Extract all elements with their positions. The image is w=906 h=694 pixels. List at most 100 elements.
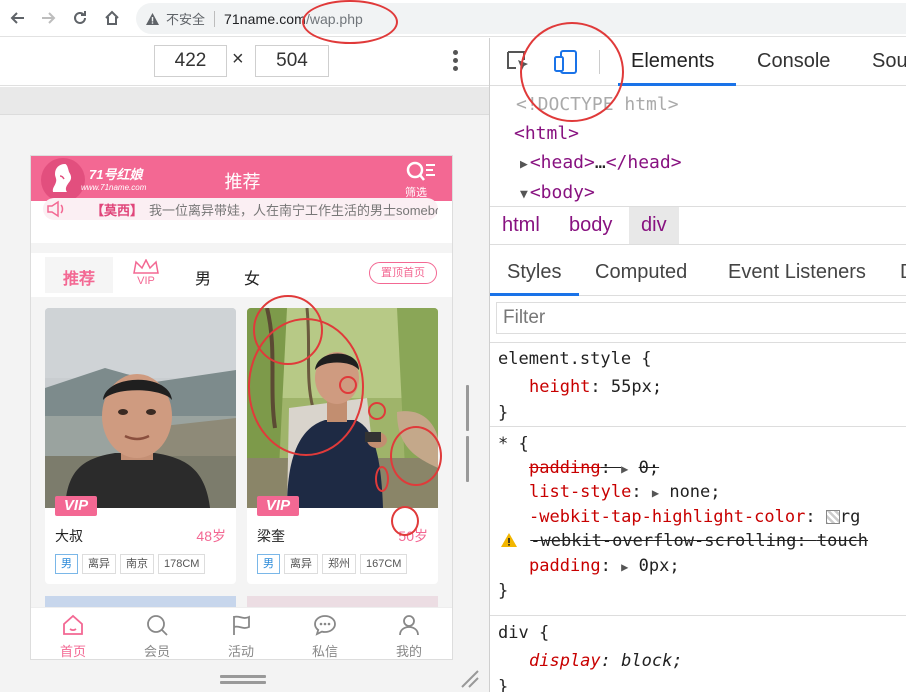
css-selector[interactable]: element.style { — [498, 349, 652, 369]
pin-to-top-button[interactable]: 置顶首页 — [369, 262, 437, 284]
nav-me-label: 我的 — [395, 644, 422, 659]
device-toolbar-toggle-icon[interactable] — [552, 48, 580, 76]
nav-home-label: 首页 — [59, 644, 86, 659]
css-declaration[interactable]: padding: ▶ 0; — [529, 458, 659, 478]
search-filter-icon[interactable] — [405, 160, 437, 182]
tab-event-listeners[interactable]: Event Listeners — [728, 261, 866, 284]
resize-handle-right[interactable] — [466, 385, 474, 482]
css-declaration-invalid[interactable]: -webkit-overflow-scrolling: touch — [500, 531, 868, 551]
dom-body-node[interactable]: ▼ <body> — [520, 182, 595, 203]
search-icon — [147, 615, 168, 636]
forward-arrow-icon[interactable] — [36, 6, 60, 30]
home-icon[interactable] — [100, 6, 124, 30]
profile-tags: 男 离异 郑州 167CM — [257, 554, 408, 574]
css-declaration[interactable]: display: block; — [529, 651, 683, 671]
nav-me[interactable]: 我的 — [367, 608, 451, 659]
breadcrumb-div[interactable]: div — [629, 207, 679, 244]
css-declaration[interactable]: list-style: ▶ none; — [529, 482, 721, 502]
tag-marital: 离异 — [284, 554, 318, 574]
head-close-tag: </head> — [605, 152, 682, 173]
profile-age: 48岁 — [196, 528, 226, 544]
notice-ticker[interactable]: 【莫西】 我一位离异带娃，人在南宁工作生活的男士somebody… — [43, 198, 438, 220]
filter-input[interactable]: Filter — [496, 302, 906, 334]
security-label: 不安全 — [166, 12, 206, 27]
nav-messages[interactable]: 私信 — [283, 608, 367, 659]
breadcrumb-html[interactable]: html — [490, 207, 552, 244]
nav-members[interactable]: 会员 — [115, 608, 199, 659]
flag-icon — [233, 615, 250, 635]
collapse-triangle-icon[interactable]: ▼ — [520, 187, 528, 202]
user-icon — [399, 615, 419, 636]
expand-triangle-icon[interactable]: ▶ — [520, 157, 528, 172]
divider — [214, 10, 216, 27]
device-width-input[interactable]: 422 — [154, 45, 227, 77]
css-declaration[interactable]: -webkit-tap-highlight-color: rg — [529, 507, 860, 527]
nav-events[interactable]: 活动 — [199, 608, 283, 659]
profile-photo[interactable] — [45, 308, 236, 508]
warning-icon — [501, 533, 517, 547]
nav-messages-label: 私信 — [311, 644, 338, 659]
css-value: block; — [621, 651, 683, 671]
bottom-nav: 首页 会员 活动 私信 我的 — [31, 607, 452, 659]
tab-vip[interactable]: VIP — [131, 258, 161, 289]
tab-male[interactable]: 男 — [195, 265, 211, 289]
divider — [31, 243, 452, 253]
breadcrumb-body[interactable]: body — [557, 207, 624, 244]
address-bar[interactable]: 不安全 71name.com/wap.php — [136, 3, 906, 34]
tab-vip-label: VIP — [137, 275, 155, 287]
color-swatch-icon[interactable] — [825, 510, 840, 524]
speaker-icon — [47, 200, 64, 218]
tag-marital: 离异 — [82, 554, 116, 574]
warning-triangle-icon[interactable] — [144, 11, 160, 27]
tab-female[interactable]: 女 — [244, 265, 260, 289]
css-declaration[interactable]: padding: ▶ 0px; — [529, 556, 680, 576]
styles-pane: element.style { height: 55px; } * { padd… — [490, 342, 906, 692]
vip-badge: VIP — [257, 496, 299, 516]
profile-card[interactable]: VIP 梁奎 50岁 男 离异 郑州 167CM — [247, 308, 438, 584]
back-arrow-icon[interactable] — [6, 6, 30, 30]
device-height-input[interactable]: 504 — [255, 45, 329, 77]
css-brace: } — [498, 581, 509, 601]
app-header: 71号红娘 www.71name.com 推荐 筛选 — [31, 156, 452, 202]
css-selector[interactable]: * { — [498, 434, 529, 454]
profile-card[interactable]: VIP 大叔 48岁 男 离异 南京 178CM — [45, 308, 236, 584]
notice-text: 我一位离异带娃，人在南宁工作生活的男士somebody… — [149, 203, 438, 218]
media-query-ruler — [0, 87, 489, 115]
css-declaration[interactable]: height: 55px; — [529, 377, 662, 397]
dom-doctype[interactable]: <!DOCTYPE html> — [516, 94, 679, 115]
tab-recommend[interactable]: 推荐 — [45, 257, 113, 293]
css-property: list-style — [529, 482, 632, 502]
tag-gender: 男 — [257, 554, 280, 574]
css-brace: } — [498, 403, 509, 423]
profile-name: 大叔 — [55, 528, 83, 544]
devtools-tabbar: Elements Console Sou — [490, 38, 906, 86]
more-options-icon[interactable] — [450, 50, 460, 76]
nav-home[interactable]: 首页 — [31, 608, 115, 659]
tab-console[interactable]: Console — [757, 50, 830, 73]
url-path: /wap.php — [305, 10, 363, 27]
tab-elements[interactable]: Elements — [631, 50, 714, 73]
page-title: 推荐 — [224, 172, 261, 192]
crown-icon — [133, 258, 159, 274]
tab-computed[interactable]: Computed — [595, 261, 687, 284]
tab-dom-breakpoints[interactable]: D — [900, 261, 906, 284]
css-value: 55px; — [610, 377, 663, 397]
dom-html-node[interactable]: <html> — [514, 123, 579, 144]
css-selector[interactable]: div { — [498, 623, 549, 643]
inspect-element-icon[interactable] — [504, 48, 532, 76]
tab-sources[interactable]: Sou — [872, 50, 906, 73]
css-value: touch — [816, 531, 869, 551]
css-property: height — [529, 377, 591, 397]
reload-icon[interactable] — [68, 6, 92, 30]
profile-name: 梁奎 — [257, 528, 285, 544]
css-property: -webkit-overflow-scrolling — [530, 531, 797, 551]
resize-handle-bottom[interactable] — [220, 675, 266, 685]
url-host: 71name.com — [224, 10, 306, 27]
dom-head-node[interactable]: ▶ <head>…</head> — [520, 152, 682, 173]
css-rule-element-style: element.style { height: 55px; } — [490, 343, 906, 427]
tab-styles[interactable]: Styles — [507, 261, 561, 284]
css-property: display — [529, 651, 601, 671]
browser-toolbar: 不安全 71name.com/wap.php — [0, 0, 906, 37]
profile-photo[interactable] — [247, 308, 438, 508]
resize-corner-icon[interactable] — [458, 667, 480, 689]
